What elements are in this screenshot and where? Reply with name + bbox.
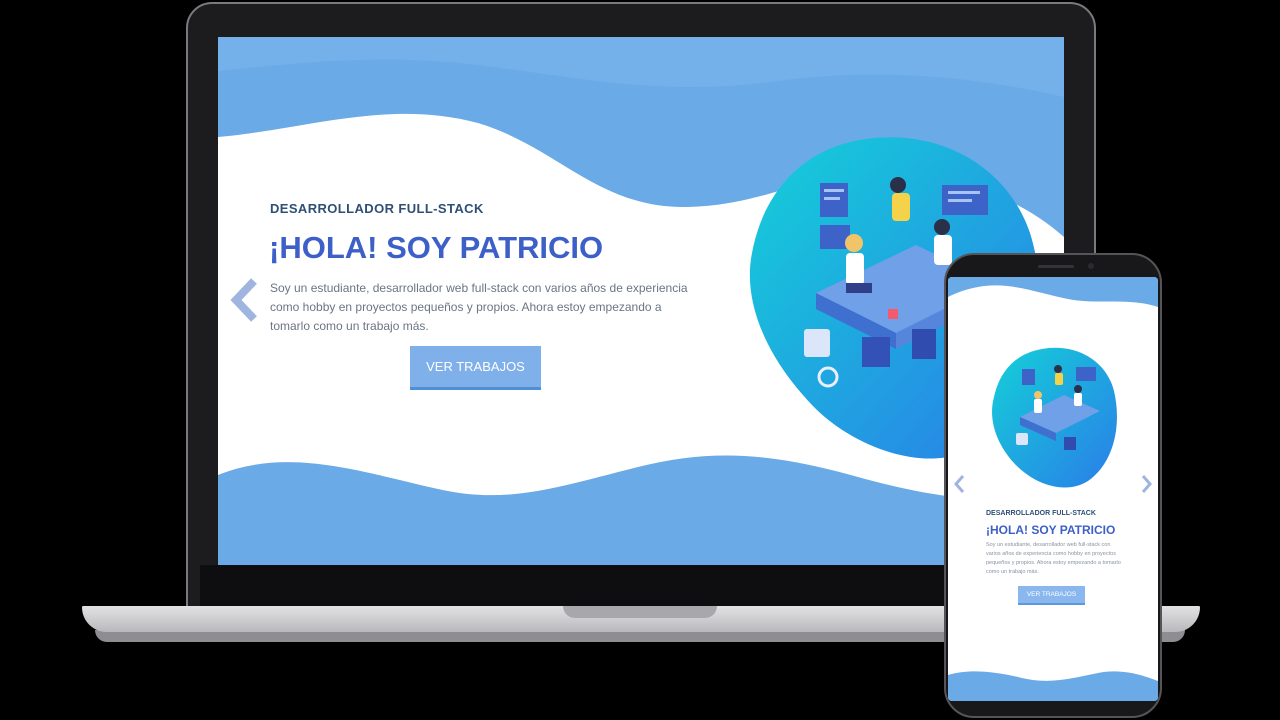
hero-subtitle: DESARROLLADOR FULL-STACK: [270, 201, 484, 216]
hero-title: ¡HOLA! SOY PATRICIO: [269, 230, 604, 265]
chevron-left-icon[interactable]: [228, 277, 260, 323]
mobile-ver-trabajos-button[interactable]: VER TRABAJOS: [1018, 586, 1085, 605]
laptop-screen: DESARROLLADOR FULL-STACK ¡HOLA! SOY PATR…: [218, 37, 1064, 565]
phone-screen: DESARROLLADOR FULL-STACK ¡HOLA! SOY PATR…: [948, 277, 1158, 701]
mobile-developers-illustration: [992, 347, 1117, 488]
mobile-hero-subtitle: DESARROLLADOR FULL-STACK: [986, 510, 1096, 517]
mobile-hero-description: Soy un estudiante, desarrollador web ful…: [986, 542, 1121, 575]
laptop-notch: [563, 606, 717, 618]
phone-speaker: [1038, 265, 1074, 268]
phone-camera: [1088, 263, 1094, 269]
mobile-hero-title: ¡HOLA! SOY PATRICIO: [986, 523, 1116, 537]
hero-description: Soy un estudiante, desarrollador web ful…: [270, 281, 688, 333]
chevron-left-icon[interactable]: [952, 474, 966, 494]
ver-trabajos-button[interactable]: VER TRABAJOS: [410, 346, 541, 390]
chevron-right-icon[interactable]: [1140, 474, 1154, 494]
